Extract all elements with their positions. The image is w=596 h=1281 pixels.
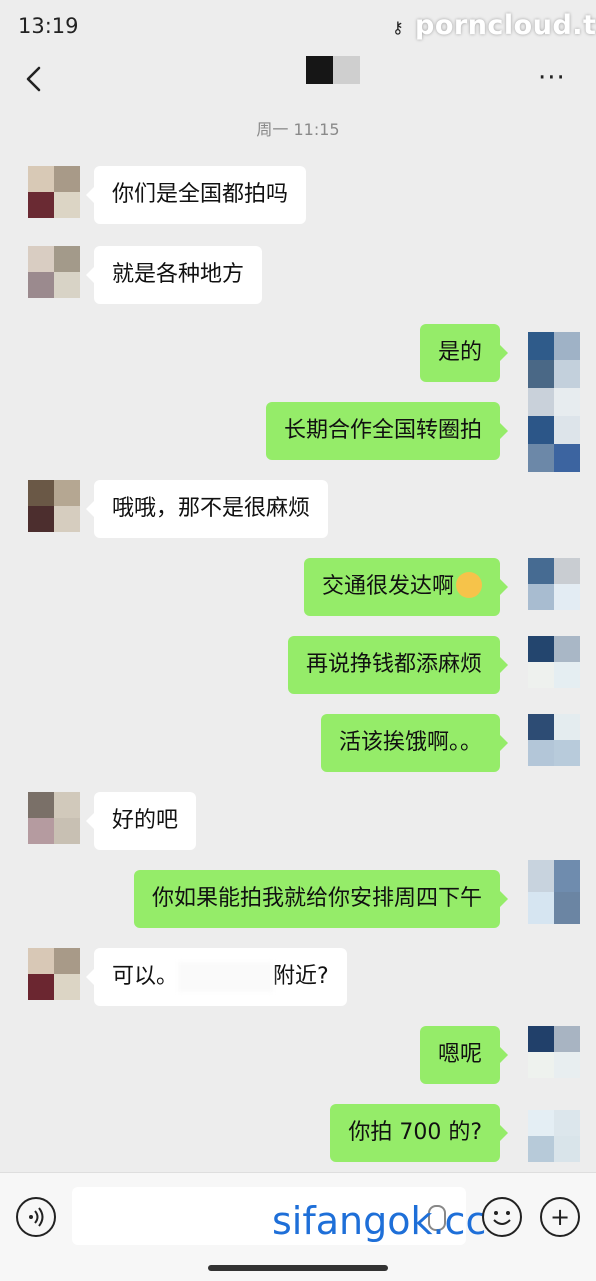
avatar[interactable] [528,332,580,472]
avatar[interactable] [528,860,580,924]
voice-icon[interactable] [16,1197,56,1237]
message-bubble[interactable]: 哦哦，那不是很麻烦 [85,480,329,538]
avatar[interactable] [528,714,580,766]
message-text-start: 可以。 [112,964,179,989]
chevron-left-icon[interactable] [20,64,50,94]
message-timestamp: 周一 11:15 [256,120,340,139]
message-text: 交通很发达啊 [321,574,454,599]
kissing-face-emoji [456,572,482,598]
plus-icon[interactable]: + [540,1197,580,1237]
message-bubble[interactable]: 再说挣钱都添麻烦 [287,636,509,694]
message-text-end: 附近? [273,964,329,989]
key-icon: ⚷ [392,18,404,37]
message-bubble[interactable]: 嗯呢 [419,1026,509,1084]
avatar[interactable] [28,792,80,844]
avatar[interactable] [28,166,80,218]
message-bubble[interactable]: 交通很发达啊 [303,558,509,616]
avatar[interactable] [528,1026,580,1078]
message-bubble[interactable]: 你们是全国都拍吗 [85,166,307,224]
status-time: 13:19 [18,14,79,38]
more-dots-icon[interactable]: ··· [538,65,572,91]
avatar[interactable] [528,1110,580,1162]
emoji-icon[interactable] [482,1197,522,1237]
avatar[interactable] [28,948,80,1000]
message-bubble[interactable]: 长期合作全国转圈拍 [265,402,509,460]
avatar[interactable] [28,480,80,532]
message-bubble[interactable]: 可以。 附近? [86,948,347,1006]
message-bubble[interactable]: 好的吧 [85,792,197,850]
status-bar: 13:19 ⚷ porncloud.tv [0,0,596,54]
redacted-text [178,962,274,992]
nav-bar: ··· [0,54,596,106]
message-bubble[interactable]: 你拍 700 的? [330,1104,508,1162]
avatar[interactable] [28,246,80,298]
message-bubble[interactable]: 活该挨饿啊。。 [320,714,509,772]
watermark-top: porncloud.tv [415,10,596,41]
avatar[interactable] [528,558,580,610]
input-bar: sifangok.cc + [0,1172,596,1281]
watermark-bottom: sifangok.cc [272,1199,487,1243]
chat-title-redacted [306,56,360,84]
message-bubble[interactable]: 就是各种地方 [85,246,263,304]
message-bubble[interactable]: 你如果能拍我就给你安排周四下午 [133,870,509,928]
avatar[interactable] [528,636,580,688]
message-bubble[interactable]: 是的 [419,324,509,382]
home-indicator [208,1265,388,1271]
